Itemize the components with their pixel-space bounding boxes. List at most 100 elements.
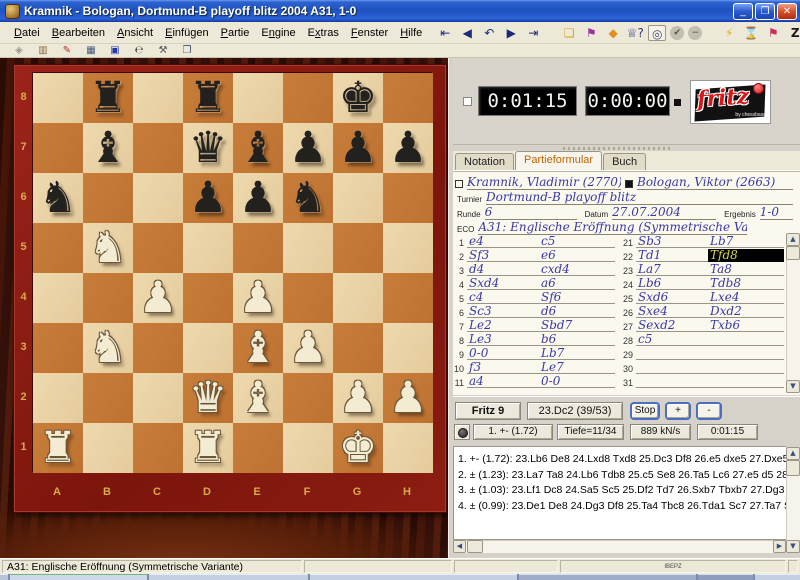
square-h1[interactable] xyxy=(383,423,433,473)
piece-wb-e3[interactable]: ♝ xyxy=(233,323,283,373)
piece-wp-h2[interactable]: ♟ xyxy=(383,373,433,423)
piece-bn-f6[interactable]: ♞ xyxy=(283,173,333,223)
flip-board-icon[interactable]: ⚑ xyxy=(582,25,600,41)
engine-led-button[interactable] xyxy=(454,424,470,440)
piece-bp-e6[interactable]: ♟ xyxy=(233,173,283,223)
move-cell-black-3[interactable]: cxd4 xyxy=(539,263,615,276)
stop-button[interactable]: Stop xyxy=(630,402,660,420)
menu-item-einfügen[interactable]: Einfügen xyxy=(159,24,214,42)
square-e1[interactable] xyxy=(233,423,283,473)
square-h3[interactable] xyxy=(383,323,433,373)
piece-wp-g2[interactable]: ♟ xyxy=(333,373,383,423)
menu-item-engine[interactable]: Engine xyxy=(255,24,301,42)
move-cell-black-23[interactable]: Ta8 xyxy=(708,263,784,276)
blitz-icon[interactable]: ⚡ xyxy=(720,25,738,41)
square-a7[interactable] xyxy=(33,123,83,173)
form-scroll-track[interactable] xyxy=(786,246,800,380)
hint-icon[interactable]: ◆ xyxy=(604,25,622,41)
book-icon[interactable]: ▥ xyxy=(34,44,52,57)
move-cell-black-26[interactable]: Dxd2 xyxy=(708,305,784,318)
move-cell-white-4[interactable]: Sxd4 xyxy=(467,277,539,290)
piece-wp-c4[interactable]: ♟ xyxy=(133,273,183,323)
black-player-field[interactable]: Bologan, Viktor (2663) xyxy=(637,175,793,190)
move-cell-black-5[interactable]: Sf6 xyxy=(539,291,615,304)
move-cell-white-10[interactable]: f3 xyxy=(467,361,539,374)
minimize-button[interactable]: _ xyxy=(733,3,753,20)
taskbar-segment-1[interactable] xyxy=(0,574,8,580)
square-a5[interactable] xyxy=(33,223,83,273)
move-cell-white-1[interactable]: e4 xyxy=(467,235,539,248)
move-cell-black-24[interactable]: Tdb8 xyxy=(708,277,784,290)
move-cell-white-9[interactable]: 0-0 xyxy=(467,347,539,360)
move-cell-white-27[interactable]: Sexd2 xyxy=(636,319,708,332)
engine-ok-icon[interactable]: ✔ xyxy=(670,26,684,40)
analysis-hscroll-right-icon[interactable]: ▶ xyxy=(773,540,786,553)
move-cell-black-1[interactable]: c5 xyxy=(539,235,615,248)
square-h8[interactable] xyxy=(383,73,433,123)
move-cell-black-10[interactable]: Le7 xyxy=(539,361,615,374)
taskbar-segment-4[interactable] xyxy=(310,574,517,580)
maximize-button[interactable]: ❐ xyxy=(755,3,775,20)
form-scroll-up-icon[interactable]: ▲ xyxy=(786,233,800,246)
go-back-icon[interactable]: ◀ xyxy=(458,25,476,41)
tools-icon[interactable]: ⚒ xyxy=(154,44,172,57)
piece-bn-a6[interactable]: ♞ xyxy=(33,173,83,223)
square-a8[interactable] xyxy=(33,73,83,123)
app-icon[interactable] xyxy=(5,4,20,19)
close-button[interactable]: ✕ xyxy=(777,3,797,20)
menu-item-hilfe[interactable]: Hilfe xyxy=(394,24,428,42)
increase-lines-button[interactable]: + xyxy=(665,402,691,420)
square-c6[interactable] xyxy=(133,173,183,223)
analysis-icon[interactable]: ♕? xyxy=(626,25,644,41)
square-h5[interactable] xyxy=(383,223,433,273)
form-scroll-thumb[interactable] xyxy=(786,246,800,260)
analysis-line-1[interactable]: 1. +- (1.72): 23.Lb6 De8 24.Lxd8 Txd8 25… xyxy=(458,452,784,468)
piece-bb-e7[interactable]: ♝ xyxy=(233,123,283,173)
piece-wb-e2[interactable]: ♝ xyxy=(233,373,283,423)
date-field[interactable]: 27.07.2004 xyxy=(612,205,716,220)
square-e5[interactable] xyxy=(233,223,283,273)
analysis-line-2[interactable]: 2. ± (1.23): 23.La7 Ta8 24.Lb6 Tdb8 25.c… xyxy=(458,468,784,484)
square-h6[interactable] xyxy=(383,173,433,223)
move-cell-white-8[interactable]: Le3 xyxy=(467,333,539,346)
move-cell-black-6[interactable]: d6 xyxy=(539,305,615,318)
go-last-icon[interactable]: ⇥ xyxy=(524,25,542,41)
move-cell-black-9[interactable]: Lb7 xyxy=(539,347,615,360)
takeback-icon[interactable]: ↶ xyxy=(480,25,498,41)
form-scroll-down-icon[interactable]: ▼ xyxy=(786,380,800,393)
taskbar-segment-6[interactable] xyxy=(698,574,753,580)
move-cell-white-3[interactable]: d4 xyxy=(467,263,539,276)
windows-icon[interactable]: ❐ xyxy=(178,44,196,57)
piece-bb-b7[interactable]: ♝ xyxy=(83,123,133,173)
analysis-scroll-thumb[interactable] xyxy=(786,460,800,476)
menu-item-datei[interactable]: Datei xyxy=(8,24,46,42)
move-cell-black-4[interactable]: a6 xyxy=(539,277,615,290)
piece-wn-b5[interactable]: ♞ xyxy=(83,223,133,273)
menu-item-extras[interactable]: Extras xyxy=(302,24,345,42)
piece-wk-g1[interactable]: ♚ xyxy=(333,423,383,473)
taskbar-segment-3[interactable] xyxy=(149,574,308,580)
piece-wq-d2[interactable]: ♛ xyxy=(183,373,233,423)
piece-wp-f3[interactable]: ♟ xyxy=(283,323,333,373)
square-c7[interactable] xyxy=(133,123,183,173)
move-cell-white-31[interactable] xyxy=(636,375,708,388)
square-d5[interactable] xyxy=(183,223,233,273)
eco-field[interactable]: A31: Englische Eröffnung (Symmetrische V… xyxy=(478,220,747,235)
move-cell-white-11[interactable]: a4 xyxy=(467,375,539,388)
piece-bk-g8[interactable]: ♚ xyxy=(333,73,383,123)
engine-off-icon[interactable]: − xyxy=(688,26,702,40)
move-cell-black-8[interactable]: b6 xyxy=(539,333,615,346)
square-g4[interactable] xyxy=(333,273,383,323)
menu-item-bearbeiten[interactable]: Bearbeiten xyxy=(46,24,111,42)
database-icon[interactable]: ℮ xyxy=(130,44,148,57)
piece-bq-d7[interactable]: ♛ xyxy=(183,123,233,173)
go-forward-icon[interactable]: ▶ xyxy=(502,25,520,41)
move-cell-white-24[interactable]: Lb6 xyxy=(636,277,708,290)
tab-notation[interactable]: Notation xyxy=(455,153,514,170)
piece-wr-a1[interactable]: ♜ xyxy=(33,423,83,473)
taskbar-segment-7[interactable] xyxy=(755,574,800,580)
white-player-field[interactable]: Kramnik, Vladimir (2770) xyxy=(467,175,621,190)
analysis-scroll-down-icon[interactable]: ▼ xyxy=(786,540,800,553)
move-cell-white-29[interactable] xyxy=(636,347,708,360)
square-b4[interactable] xyxy=(83,273,133,323)
